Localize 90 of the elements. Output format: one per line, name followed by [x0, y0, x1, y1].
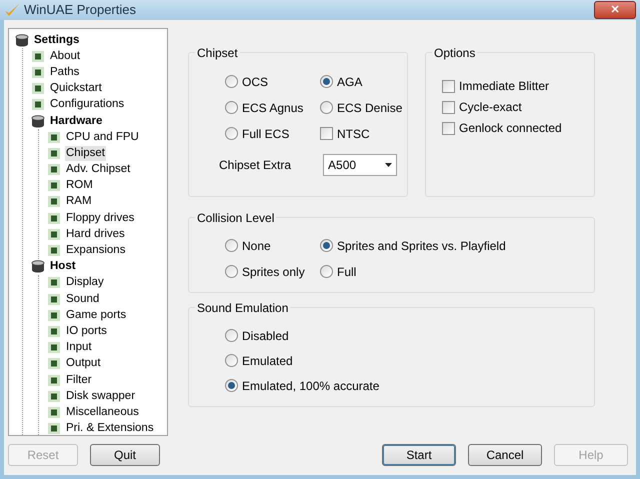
chip-icon: [47, 146, 61, 160]
chip-icon: [47, 308, 61, 322]
chip-icon: [31, 82, 45, 96]
chip-icon: [47, 163, 61, 176]
field-label: Chipset Extra: [219, 157, 292, 174]
chip-icon: [47, 244, 61, 258]
dropdown[interactable]: A500: [323, 154, 398, 176]
radio-button[interactable]: [225, 265, 238, 278]
chip-icon: [31, 66, 45, 79]
tree-item[interactable]: IO ports: [65, 324, 108, 339]
tree-item[interactable]: Paths: [49, 64, 80, 80]
radio-button[interactable]: [225, 75, 238, 88]
radio-button[interactable]: [320, 239, 333, 252]
tree-item[interactable]: Hard drives: [65, 226, 126, 242]
option-label: Immediate Blitter: [459, 78, 550, 95]
cylinder-icon: [15, 34, 29, 47]
checkbox[interactable]: [442, 80, 455, 92]
tree-item[interactable]: Input: [65, 340, 93, 356]
chip-icon: [47, 357, 61, 370]
cylinder-icon: [31, 114, 45, 128]
chip-icon: [47, 390, 61, 403]
chip-icon: [47, 179, 61, 192]
tree-item[interactable]: Output: [65, 356, 102, 372]
caret-icon: [385, 163, 392, 167]
option-label: ECS Agnus: [242, 100, 304, 116]
option-label: AGA: [337, 74, 362, 90]
chip-icon: [31, 98, 45, 112]
chip-icon: [47, 276, 61, 290]
tree-item[interactable]: Expansions: [65, 243, 126, 258]
tree-item[interactable]: Game ports: [65, 308, 128, 323]
tree-item[interactable]: Sound: [65, 292, 100, 307]
option-label: Sprites only: [242, 264, 305, 280]
radio-button[interactable]: [225, 101, 238, 114]
tree-item[interactable]: Host: [49, 259, 77, 274]
radio-button[interactable]: [320, 75, 333, 88]
radio-button[interactable]: [225, 329, 238, 342]
dialog-button[interactable]: Start: [382, 444, 456, 466]
option-label: ECS Denise: [337, 100, 402, 116]
chip-icon: [47, 374, 61, 387]
tree-item[interactable]: Floppy drives: [65, 210, 136, 226]
option-label: Disabled: [242, 328, 289, 344]
window-title: WinUAE Properties: [24, 1, 136, 20]
option-label: Full ECS: [242, 126, 290, 142]
chip-icon: [47, 195, 61, 208]
checkbox[interactable]: [320, 127, 333, 140]
tree-item[interactable]: Filter: [65, 372, 93, 388]
option-label: Cycle-exact: [459, 99, 522, 116]
chip-icon: [47, 292, 61, 306]
tree-item[interactable]: Settings: [33, 32, 80, 48]
radio-button[interactable]: [320, 101, 333, 114]
tree-item[interactable]: Disk swapper: [65, 388, 136, 404]
chip-icon: [47, 406, 61, 419]
tree-item[interactable]: Adv. Chipset: [65, 162, 132, 178]
tree-item[interactable]: Hardware: [49, 114, 104, 129]
radio-button[interactable]: [225, 379, 238, 392]
cylinder-icon: [31, 260, 45, 274]
tree-item[interactable]: Display: [65, 275, 105, 290]
radio-button[interactable]: [225, 354, 238, 367]
checkbox[interactable]: [442, 100, 455, 114]
chip-icon: [47, 341, 61, 354]
tree-item[interactable]: Miscellaneous: [65, 404, 140, 420]
tree-item[interactable]: Quickstart: [49, 81, 103, 96]
radio-button[interactable]: [225, 239, 238, 252]
tree-item[interactable]: RAM: [65, 194, 93, 210]
option-label: NTSC: [337, 126, 370, 142]
option-label: Genlock connected: [459, 120, 562, 137]
radio-button[interactable]: [225, 127, 238, 140]
tree-item[interactable]: CPU and FPU: [65, 130, 140, 145]
radio-button[interactable]: [320, 265, 333, 278]
check-mark-icon: [4, 3, 20, 17]
chip-icon: [47, 422, 61, 435]
chip-icon: [47, 324, 61, 338]
dialog-button[interactable]: Quit: [90, 444, 160, 466]
tree-item[interactable]: About: [49, 48, 82, 64]
option-label: Emulated, 100% accurate: [242, 378, 380, 394]
chip-icon: [47, 228, 61, 241]
tree-item[interactable]: Configurations: [49, 97, 126, 112]
option-label: None: [242, 238, 271, 254]
option-label: Sprites and Sprites vs. Playfield: [337, 238, 506, 254]
chip-icon: [47, 212, 61, 225]
tree-item[interactable]: Chipset: [65, 146, 106, 161]
option-label: Full: [337, 264, 356, 280]
tree-item[interactable]: Pri. & Extensions: [65, 421, 155, 435]
chip-icon: [47, 130, 61, 144]
checkbox[interactable]: [442, 122, 455, 134]
dialog-button[interactable]: Cancel: [468, 444, 542, 466]
option-label: OCS: [242, 74, 268, 90]
option-label: Emulated: [242, 352, 293, 370]
chip-icon: [31, 50, 45, 63]
tree-item[interactable]: ROM: [65, 178, 94, 194]
